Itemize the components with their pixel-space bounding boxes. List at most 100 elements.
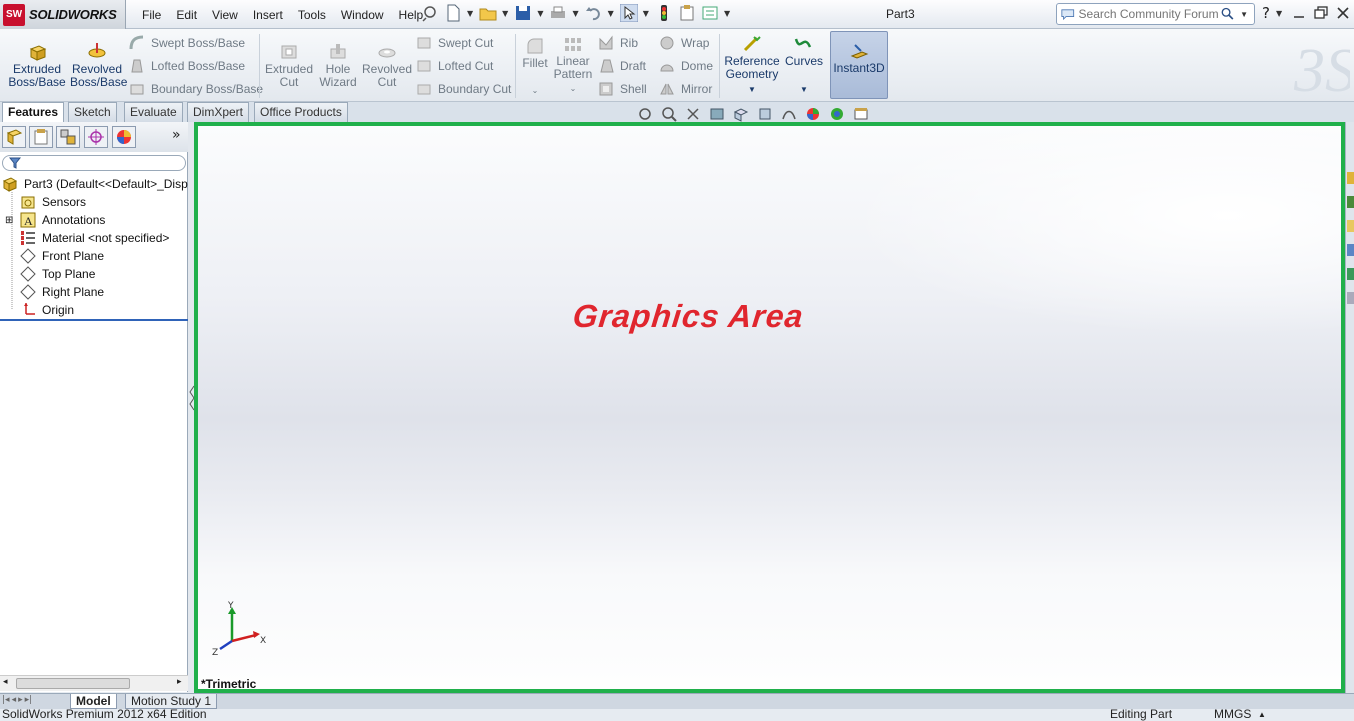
- swept-cut-button[interactable]: Swept Cut: [416, 34, 493, 52]
- help-dropdown-icon[interactable]: ▼: [1276, 9, 1282, 18]
- prev-tab-icon[interactable]: ◂: [12, 695, 17, 705]
- mirror-button[interactable]: Mirror: [659, 80, 712, 98]
- tree-item-origin[interactable]: Origin: [20, 301, 74, 319]
- search-dropdown-icon[interactable]: ▼: [1240, 10, 1248, 19]
- boundary-boss-button[interactable]: Boundary Boss/Base: [129, 80, 263, 98]
- previous-view-icon[interactable]: [685, 106, 701, 122]
- last-tab-icon[interactable]: ▸|: [25, 695, 33, 705]
- tree-item-sensors[interactable]: Sensors: [20, 193, 86, 211]
- revolved-cut-button[interactable]: Revolved Cut: [362, 41, 412, 89]
- horizontal-scrollbar[interactable]: ◂ ▸: [0, 675, 188, 691]
- tab-evaluate[interactable]: Evaluate: [124, 102, 183, 122]
- solidworks-logo[interactable]: SW SOLIDWORKS: [0, 0, 126, 29]
- options-dropdown-icon[interactable]: ▼: [724, 9, 730, 18]
- view-orientation-icon[interactable]: [733, 106, 749, 122]
- display-style-icon[interactable]: [757, 106, 773, 122]
- print-icon[interactable]: [549, 4, 567, 22]
- restore-icon[interactable]: [1314, 6, 1328, 20]
- first-tab-icon[interactable]: |◂: [2, 695, 10, 705]
- tree-item-front-plane[interactable]: Front Plane: [20, 247, 104, 265]
- file-explorer-tab[interactable]: [1347, 220, 1354, 232]
- tab-dimxpert[interactable]: DimXpert: [187, 102, 250, 122]
- open-dropdown-icon[interactable]: ▼: [502, 9, 508, 18]
- new-dropdown-icon[interactable]: ▼: [467, 9, 473, 18]
- tab-features[interactable]: Features: [2, 102, 65, 122]
- propertymanager-tab[interactable]: [29, 126, 53, 148]
- menu-insert[interactable]: Insert: [253, 8, 283, 22]
- hide-show-items-icon[interactable]: [781, 106, 797, 122]
- instant3d-button[interactable]: Instant3D: [830, 31, 888, 99]
- menu-tools[interactable]: Tools: [298, 8, 326, 22]
- extruded-boss-button[interactable]: Extruded Boss/Base: [8, 41, 66, 89]
- section-view-icon[interactable]: [709, 106, 725, 122]
- select-arrow-icon[interactable]: [619, 4, 638, 22]
- draft-button[interactable]: Draft: [598, 57, 646, 75]
- expand-node-icon[interactable]: ⊞: [5, 215, 20, 226]
- status-units[interactable]: MMGS: [1214, 709, 1251, 721]
- featuremanager-tab[interactable]: [2, 126, 26, 148]
- menu-view[interactable]: View: [212, 8, 238, 22]
- tab-motion-study[interactable]: Motion Study 1: [125, 694, 218, 709]
- reference-dropdown-icon[interactable]: ▼: [724, 83, 780, 96]
- swept-boss-button[interactable]: Swept Boss/Base: [129, 34, 245, 52]
- next-tab-icon[interactable]: ▸: [18, 695, 23, 705]
- tab-sketch[interactable]: Sketch: [68, 102, 117, 122]
- fillet-dropdown-icon[interactable]: ⌄: [519, 84, 551, 97]
- tree-item-material[interactable]: Material <not specified>: [20, 229, 169, 247]
- lofted-boss-button[interactable]: Lofted Boss/Base: [129, 57, 245, 75]
- boundary-cut-button[interactable]: Boundary Cut: [416, 80, 511, 98]
- options-icon[interactable]: [701, 4, 719, 22]
- minimize-icon[interactable]: [1292, 6, 1306, 20]
- appearances-tab[interactable]: [1347, 268, 1354, 280]
- feature-filter-field[interactable]: [2, 155, 186, 171]
- help-icon[interactable]: ?: [1262, 4, 1270, 22]
- tree-item-annotations[interactable]: ⊞ A Annotations: [5, 211, 105, 229]
- zoom-to-fit-icon[interactable]: [637, 106, 653, 122]
- search-input[interactable]: [1078, 7, 1219, 21]
- design-library-tab[interactable]: [1347, 196, 1354, 208]
- custom-properties-tab[interactable]: [1347, 292, 1354, 304]
- undo-icon[interactable]: [585, 4, 603, 22]
- scroll-right-icon[interactable]: ▸: [177, 677, 182, 687]
- pattern-dropdown-icon[interactable]: ⌄: [552, 82, 594, 95]
- tree-root-part[interactable]: Part3 (Default<<Default>_Disp: [2, 175, 188, 193]
- displaymanager-tab[interactable]: [112, 126, 136, 148]
- menu-window[interactable]: Window: [341, 8, 384, 22]
- lofted-cut-button[interactable]: Lofted Cut: [416, 57, 493, 75]
- scroll-thumb[interactable]: [16, 678, 130, 689]
- pin-icon[interactable]: [421, 4, 439, 22]
- apply-scene-icon[interactable]: [829, 106, 845, 122]
- revolved-boss-button[interactable]: Revolved Boss/Base: [70, 41, 127, 89]
- search-icon[interactable]: [1221, 6, 1235, 22]
- curves-dropdown-icon[interactable]: ▼: [784, 83, 824, 96]
- curves-button[interactable]: Curves ▼: [784, 35, 824, 96]
- hole-wizard-button[interactable]: Hole Wizard: [315, 41, 361, 89]
- rib-button[interactable]: Rib: [598, 34, 638, 52]
- tab-model[interactable]: Model: [70, 694, 117, 709]
- close-icon[interactable]: [1336, 6, 1350, 20]
- expand-panel-icon[interactable]: »: [172, 127, 181, 143]
- save-dropdown-icon[interactable]: ▼: [537, 9, 543, 18]
- undo-dropdown-icon[interactable]: ▼: [608, 9, 614, 18]
- graphics-area[interactable]: Graphics Area Y X Z *Trimetric: [194, 122, 1345, 693]
- edit-appearance-icon[interactable]: [805, 106, 821, 122]
- dome-button[interactable]: Dome: [659, 57, 713, 75]
- dimxpertmanager-tab[interactable]: [84, 126, 108, 148]
- tree-item-right-plane[interactable]: Right Plane: [20, 283, 104, 301]
- tab-office-products[interactable]: Office Products: [254, 102, 348, 122]
- wrap-button[interactable]: Wrap: [659, 34, 709, 52]
- rollback-bar[interactable]: [0, 319, 188, 321]
- save-icon[interactable]: [514, 4, 532, 22]
- menu-file[interactable]: File: [142, 8, 161, 22]
- units-dropdown-icon[interactable]: ▲: [1258, 709, 1266, 721]
- search-community-box[interactable]: ▼: [1056, 3, 1255, 25]
- print-dropdown-icon[interactable]: ▼: [572, 9, 578, 18]
- extruded-cut-button[interactable]: Extruded Cut: [263, 41, 315, 89]
- file-properties-icon[interactable]: [678, 4, 696, 22]
- view-settings-icon[interactable]: [853, 106, 869, 122]
- menu-help[interactable]: Help: [399, 8, 424, 22]
- menu-edit[interactable]: Edit: [176, 8, 197, 22]
- rebuild-icon[interactable]: [655, 4, 673, 22]
- shell-button[interactable]: Shell: [598, 80, 647, 98]
- tree-item-top-plane[interactable]: Top Plane: [20, 265, 95, 283]
